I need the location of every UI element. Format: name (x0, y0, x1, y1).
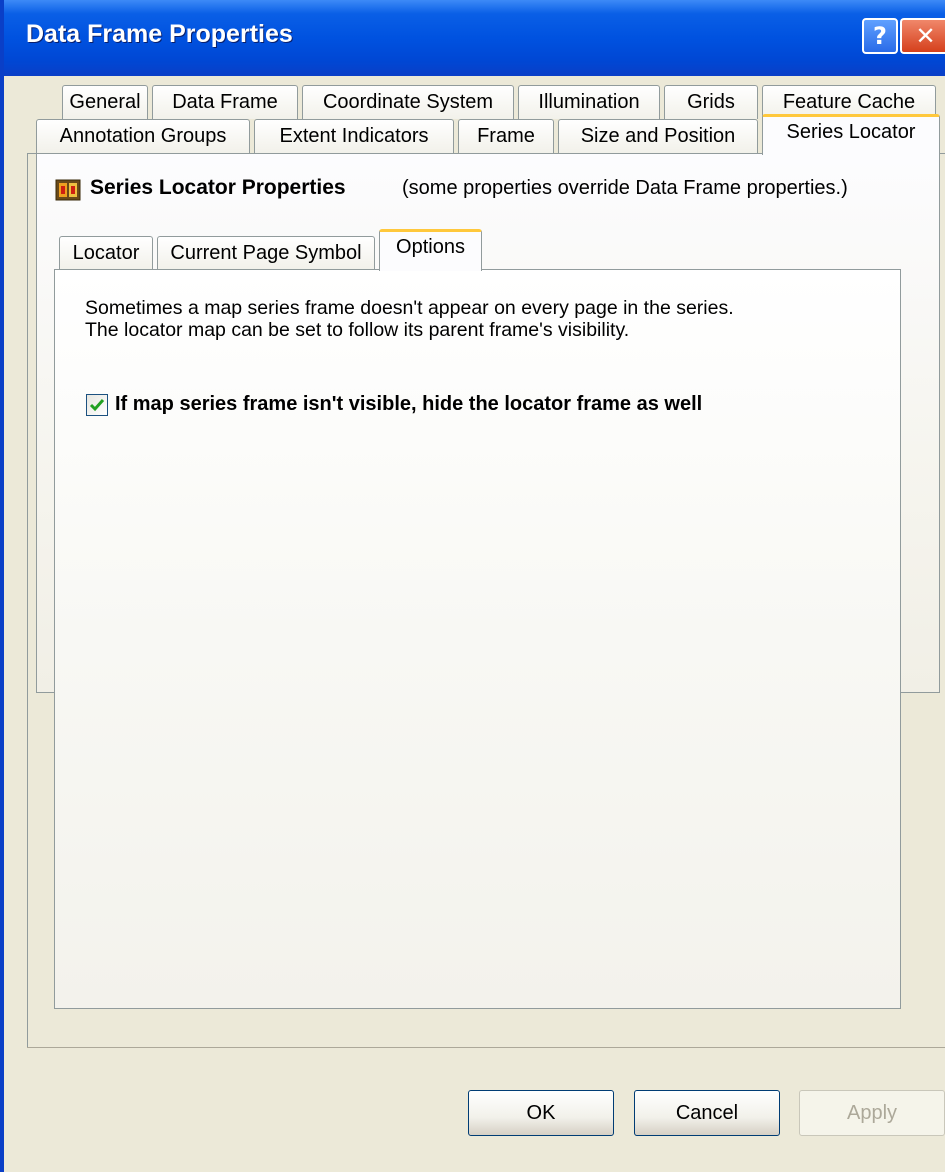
help-button[interactable]: ? (862, 18, 898, 54)
tab-annotation-groups[interactable]: Annotation Groups (36, 119, 250, 153)
description-line-2: The locator map can be set to follow its… (85, 319, 630, 341)
tab-data-frame[interactable]: Data Frame (152, 85, 298, 119)
tab-frame[interactable]: Frame (458, 119, 554, 153)
tab-grids[interactable]: Grids (664, 85, 758, 119)
dialog-window: Data Frame Properties ? ✕ General Data F… (0, 0, 945, 1172)
ok-button[interactable]: OK (468, 1090, 614, 1136)
tab-coordinate-system[interactable]: Coordinate System (302, 85, 514, 119)
cancel-button[interactable]: Cancel (634, 1090, 780, 1136)
close-button[interactable]: ✕ (900, 18, 945, 54)
tab-illumination[interactable]: Illumination (518, 85, 660, 119)
series-locator-icon (55, 178, 81, 202)
hide-locator-label[interactable]: If map series frame isn't visible, hide … (115, 393, 702, 416)
hide-locator-checkbox[interactable] (86, 394, 108, 416)
divider (27, 1047, 945, 1048)
section-note: (some properties override Data Frame pro… (402, 177, 848, 199)
description-line-1: Sometimes a map series frame doesn't app… (85, 297, 734, 319)
subtab-locator[interactable]: Locator (59, 236, 153, 270)
tab-extent-indicators[interactable]: Extent Indicators (254, 119, 454, 153)
subtab-current-page-symbol[interactable]: Current Page Symbol (157, 236, 375, 270)
title-bar[interactable]: Data Frame Properties ? ✕ (4, 0, 945, 76)
tab-size-and-position[interactable]: Size and Position (558, 119, 758, 153)
tab-general[interactable]: General (62, 85, 148, 119)
subtab-options[interactable]: Options (379, 229, 482, 271)
options-page (54, 269, 901, 1009)
options-description: Sometimes a map series frame doesn't app… (85, 297, 734, 341)
section-title: Series Locator Properties (90, 176, 346, 199)
apply-button[interactable]: Apply (799, 1090, 945, 1136)
window-title: Data Frame Properties (26, 20, 293, 48)
checkmark-icon (89, 399, 105, 412)
tab-series-locator[interactable]: Series Locator (762, 114, 940, 155)
